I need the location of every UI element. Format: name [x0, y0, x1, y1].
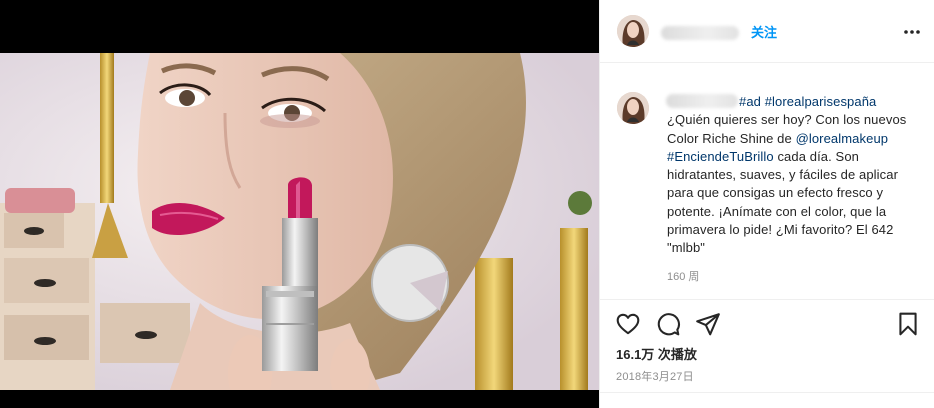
divider [600, 392, 934, 393]
author-avatar[interactable] [617, 15, 649, 47]
caption-timestamp[interactable]: 160 周 [667, 268, 699, 284]
heart-icon[interactable] [615, 311, 641, 337]
bookmark-icon[interactable] [895, 311, 921, 337]
caption-section: #ad #lorealparisespaña ¿Quién quieres se… [600, 64, 934, 300]
comment-icon[interactable] [655, 311, 681, 337]
post-date[interactable]: 2018年3月27日 [616, 368, 694, 384]
author-username-redacted[interactable] [661, 26, 739, 40]
view-count[interactable]: 16.1万 次播放 [616, 344, 697, 363]
post-caption: #ad #lorealparisespaña ¿Quién quieres se… [667, 93, 921, 258]
username-spacer [667, 94, 739, 106]
post-details-panel: 关注 #ad #lorealparisespaña ¿Quién quieres… [599, 0, 934, 408]
caption-author-avatar[interactable] [617, 92, 649, 124]
post-header: 关注 [600, 0, 934, 63]
more-horizontal-icon[interactable] [902, 22, 922, 42]
video-player[interactable] [0, 53, 599, 390]
hashtag-ad[interactable]: #ad [739, 94, 761, 109]
post-media [0, 0, 599, 408]
action-bar [600, 308, 934, 338]
video-frame-illustration [0, 53, 599, 390]
caption-author-avatar-image [617, 92, 649, 124]
caption-text-2: cada día. Son hidratantes, suaves, y fác… [667, 148, 898, 256]
follow-button[interactable]: 关注 [751, 22, 777, 41]
author-avatar-image [617, 15, 649, 47]
paper-plane-icon[interactable] [695, 311, 721, 337]
hashtag-lorealparisespana[interactable]: #lorealparisespaña [765, 94, 877, 109]
hashtag-enciendetubrillo[interactable]: #EnciendeTuBrillo [667, 149, 774, 164]
mention-lorealmakeup[interactable]: @lorealmakeup [796, 131, 889, 146]
